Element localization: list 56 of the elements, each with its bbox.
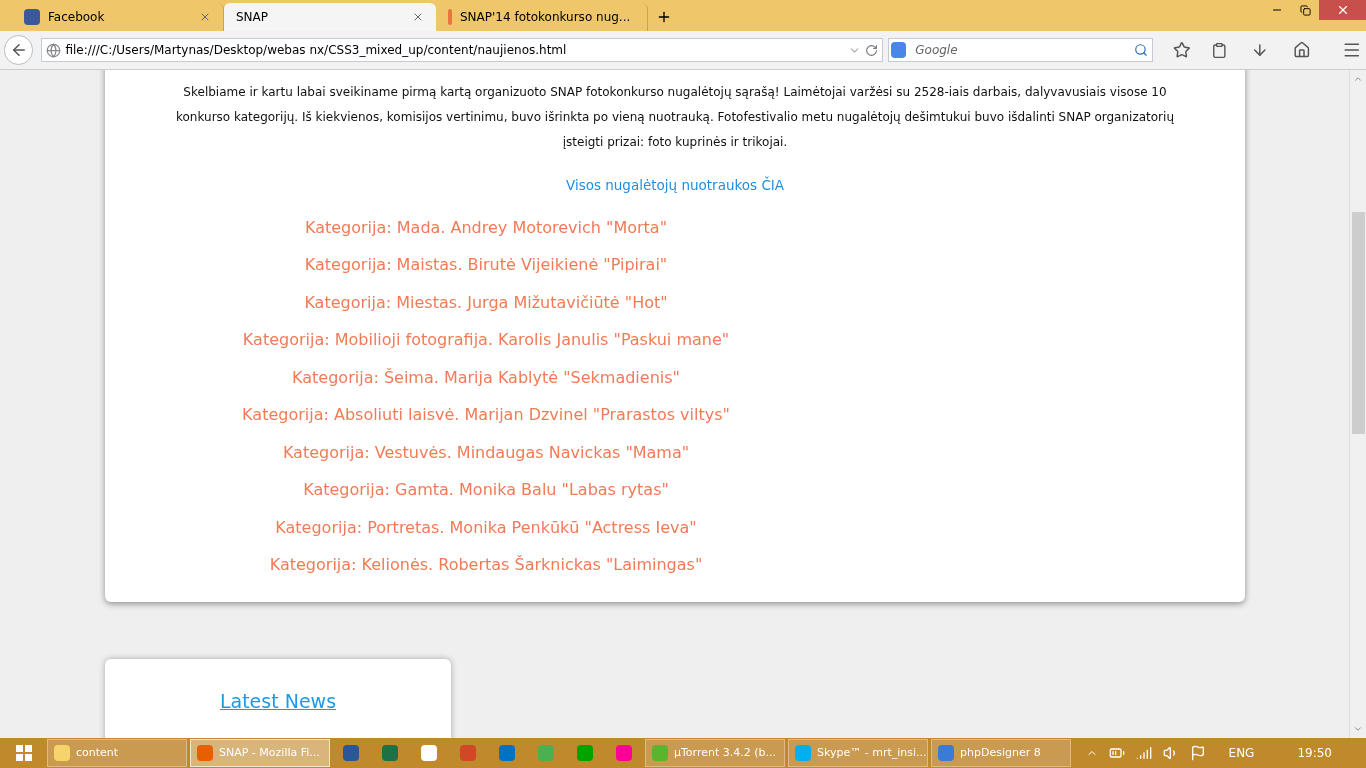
app-icon [795,745,811,761]
app-icon [421,745,437,761]
winner-entry: Kategorija: Kelionės. Robertas Šarknickas "Laimingas" [269,554,703,577]
action-center-flag-icon[interactable] [1189,745,1206,761]
app-icon [538,745,554,761]
app-icon [616,745,632,761]
app-icon [54,745,70,761]
taskbar-window-button[interactable]: µTorrent 3.4.2 (b... [645,739,785,767]
winner-entry: Kategorija: Miestas. Jurga Mižutavičiūtė "Hot" [304,291,668,314]
app-icon [197,745,213,761]
search-icon[interactable] [1134,43,1148,57]
app-icon [577,745,593,761]
taskbar-window-button[interactable]: phpDesigner 8 [931,739,1071,767]
winners-photos-link[interactable]: Visos nugalėtojų nuotraukos ČIA [565,177,785,193]
latest-news-link[interactable]: Latest News [219,687,337,716]
app-icon [460,745,476,761]
taskbar-window-button[interactable]: content [47,739,187,767]
scroll-down-icon[interactable] [1353,724,1363,734]
scroll-up-icon[interactable] [1353,74,1363,84]
close-icon[interactable] [412,11,424,23]
taskbar-window-button[interactable]: Skype™ - mrt_insi... [788,739,928,767]
bookmark-star-icon[interactable] [1173,41,1191,59]
home-icon[interactable] [1292,41,1311,59]
article-paragraph: Skelbiame ir kartu labai sveikiname pirmą kartą organizuoto SNAP fotokonkurso nugalėtojų sąrašą! Laimėtojai varžėsi su 2528-iais darbais, dalyvavusiais visose 10 konkurso kategorijų. Iš kiekvienos, komisijos vertinimu, buvo išrinkta po vieną nuotrauką. Fotofestivalio metu nugalėtojų dešimtukui buvo išdalinti SNAP organizatorių įsteigti prizai: foto kuprinės ir trikojai. [175,84,1175,151]
winner-entry: Kategorija: Absoliuti laisvė. Marijan Dzvinel "Prarastos viltys" [242,404,730,427]
clock[interactable]: 19:50 [1297,744,1332,762]
menu-icon[interactable] [1342,40,1362,60]
app-icon [938,745,954,761]
app-icon [652,745,668,761]
search-input[interactable]: Google [915,41,1130,59]
app-icon [499,745,515,761]
new-tab-icon[interactable] [656,9,672,25]
winner-entry: Kategorija: Portretas. Monika Penkūkū "Actress Ieva" [275,516,697,539]
scrollbar[interactable] [1349,70,1366,738]
facebook-icon [24,9,40,25]
back-button[interactable] [4,35,34,65]
winner-entry: Kategorija: Šeima. Marija Kablytė "Sekmadienis" [292,366,680,389]
app-icon [382,745,398,761]
close-icon[interactable] [199,11,211,23]
language-indicator[interactable]: ENG [1228,744,1255,762]
signal-icon[interactable] [1135,745,1152,761]
restore-icon [1299,4,1311,16]
reload-icon[interactable] [864,43,878,57]
clipboard-icon[interactable] [1210,41,1228,59]
search-field[interactable]: Google [888,38,1153,62]
browser-tab[interactable]: SNAP [224,3,436,31]
winner-entry: Kategorija: Mobilioji fotografija. Karolis Janulis "Paskui mane" [242,329,730,352]
winner-entry: Kategorija: Mada. Andrey Motorevich "Morta" [304,216,668,239]
app-icon [343,745,359,761]
globe-icon [46,42,62,58]
winner-entry: Kategorija: Vestuvės. Mindaugas Navickas "Mama" [282,441,690,464]
windows-logo-icon [16,745,32,761]
winner-entry: Kategorija: Maistas. Birutė Vijeikienė "Pipirai" [304,254,668,277]
taskbar-window-button[interactable]: SNAP - Mozilla Fi... [190,739,330,767]
battery-icon[interactable] [1108,745,1125,761]
winner-entry: Kategorija: Gamta. Monika Balu "Labas rytas" [303,479,669,502]
